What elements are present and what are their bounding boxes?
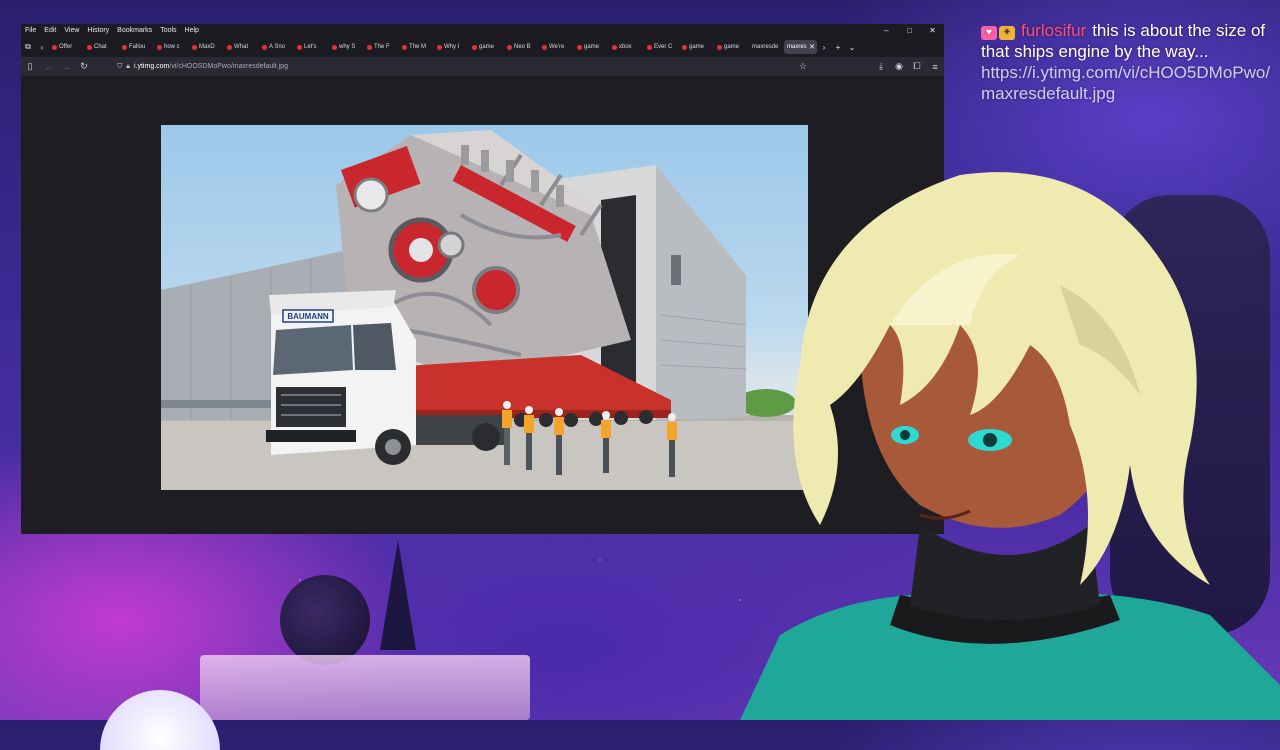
favicon-icon bbox=[122, 44, 127, 50]
list-all-tabs-icon[interactable]: ⌄ bbox=[845, 43, 859, 52]
favicon-icon bbox=[507, 44, 512, 50]
tab[interactable]: Ever C bbox=[644, 40, 679, 54]
extensions-icon[interactable]: ⧠ bbox=[908, 61, 926, 72]
new-tab-icon[interactable]: + bbox=[831, 43, 845, 52]
tab[interactable]: why S bbox=[329, 40, 364, 54]
menu-view[interactable]: View bbox=[60, 27, 83, 34]
favicon-icon bbox=[472, 44, 477, 50]
tab[interactable]: Offer bbox=[49, 40, 84, 54]
tab-active[interactable]: maxres ✕ bbox=[784, 40, 817, 54]
menu-help[interactable]: Help bbox=[181, 27, 203, 34]
tab[interactable]: MaxD bbox=[189, 40, 224, 54]
reload-icon[interactable]: ↻ bbox=[75, 61, 93, 72]
tab[interactable]: game bbox=[679, 40, 714, 54]
favicon-icon bbox=[437, 44, 442, 50]
tabs-scroll-right-icon[interactable]: › bbox=[817, 43, 831, 52]
stream-chat-message: ♥ ✦ furlosifur this is about the size of th… bbox=[981, 20, 1273, 104]
tab[interactable]: The M bbox=[399, 40, 434, 54]
star-icon[interactable]: ☆ bbox=[794, 61, 812, 72]
menu-bookmarks[interactable]: Bookmarks bbox=[113, 27, 156, 34]
menu-edit[interactable]: Edit bbox=[40, 27, 60, 34]
heart-badge-icon: ♥ bbox=[981, 26, 997, 40]
favicon-icon bbox=[402, 44, 407, 50]
address-bar[interactable]: ⛉ 🔒︎ i.ytimg.com/vi/cHOOSDMoPwo/maxresde… bbox=[93, 60, 794, 74]
tab[interactable]: maxresde bbox=[749, 40, 784, 54]
tab[interactable]: game bbox=[714, 40, 749, 54]
favicon-icon bbox=[297, 44, 302, 50]
nav-toolbar: ▯ ← → ↻ ⛉ 🔒︎ i.ytimg.com/vi/cHOOSDMoPwo/… bbox=[21, 57, 944, 76]
tab[interactable]: We're bbox=[539, 40, 574, 54]
sidebar-icon[interactable]: ▯ bbox=[21, 61, 39, 72]
favicon-icon bbox=[717, 44, 722, 50]
favicon-icon bbox=[227, 44, 232, 50]
favicon-icon bbox=[157, 44, 162, 50]
url-path: /vi/cHOOSDMoPwo/maxresdefault.jpg bbox=[169, 63, 289, 70]
favicon-icon bbox=[647, 44, 652, 50]
tab[interactable]: xbox bbox=[609, 40, 644, 54]
decor-globe bbox=[280, 575, 370, 665]
tab[interactable]: Let's bbox=[294, 40, 329, 54]
tab[interactable]: Why I bbox=[434, 40, 469, 54]
tab[interactable]: Neo B bbox=[504, 40, 539, 54]
truck-label: BAUMANN bbox=[287, 312, 329, 321]
favicon-icon bbox=[192, 44, 197, 50]
tab[interactable]: game bbox=[469, 40, 504, 54]
gift-badge-icon: ✦ bbox=[999, 26, 1015, 40]
close-tab-icon[interactable]: ✕ bbox=[809, 43, 817, 51]
vtuber-avatar bbox=[740, 172, 1280, 720]
favicon-icon bbox=[577, 44, 582, 50]
decor-lamp bbox=[380, 540, 416, 650]
menu-tools[interactable]: Tools bbox=[156, 27, 180, 34]
tab[interactable]: game bbox=[574, 40, 609, 54]
close-window-button[interactable]: ✕ bbox=[921, 26, 944, 35]
forward-icon[interactable]: → bbox=[57, 62, 75, 72]
download-icon[interactable]: ⤓ bbox=[872, 61, 890, 72]
minimize-button[interactable]: – bbox=[875, 26, 898, 35]
favicon-icon bbox=[332, 44, 337, 50]
favicon-icon bbox=[262, 44, 267, 50]
tab-overview-icon[interactable]: ⧉ bbox=[21, 42, 35, 52]
url-host: i.ytimg.com bbox=[133, 63, 170, 70]
chat-username: furlosifur bbox=[1021, 21, 1087, 40]
displayed-image: BAUMANN bbox=[161, 125, 808, 490]
tab[interactable]: The F bbox=[364, 40, 399, 54]
decor-shelf bbox=[200, 655, 530, 720]
tab[interactable]: What bbox=[224, 40, 259, 54]
chat-message-url: https://i.ytimg.com/vi/cHOO5DMoPwo/maxre… bbox=[981, 63, 1271, 103]
favicon-icon bbox=[542, 44, 547, 50]
menu-file[interactable]: File bbox=[21, 27, 40, 34]
lock-icon[interactable]: 🔒︎ bbox=[126, 63, 130, 71]
menu-bar: File Edit View History Bookmarks Tools H… bbox=[21, 24, 944, 37]
favicon-icon bbox=[612, 44, 617, 50]
favicon-icon bbox=[367, 44, 372, 50]
account-icon[interactable]: ◉ bbox=[890, 61, 908, 72]
tab[interactable]: how c bbox=[154, 40, 189, 54]
shield-icon[interactable]: ⛉ bbox=[117, 63, 122, 71]
back-icon[interactable]: ← bbox=[39, 62, 57, 72]
menu-icon[interactable]: ≡ bbox=[926, 62, 944, 72]
maximize-button[interactable]: □ bbox=[898, 26, 921, 35]
favicon-icon bbox=[52, 44, 57, 50]
engine-truck-illustration: BAUMANN bbox=[161, 130, 808, 490]
tab[interactable]: Fallou bbox=[119, 40, 154, 54]
tabs-scroll-left-icon[interactable]: ‹ bbox=[35, 43, 49, 52]
menu-history[interactable]: History bbox=[83, 27, 113, 34]
favicon-icon bbox=[87, 44, 92, 50]
favicon-icon bbox=[682, 44, 687, 50]
tab-bar: ⧉ ‹ Offer Chat Fallou how c MaxD What A … bbox=[21, 37, 944, 57]
tab[interactable]: A Sno bbox=[259, 40, 294, 54]
tab[interactable]: Chat bbox=[84, 40, 119, 54]
